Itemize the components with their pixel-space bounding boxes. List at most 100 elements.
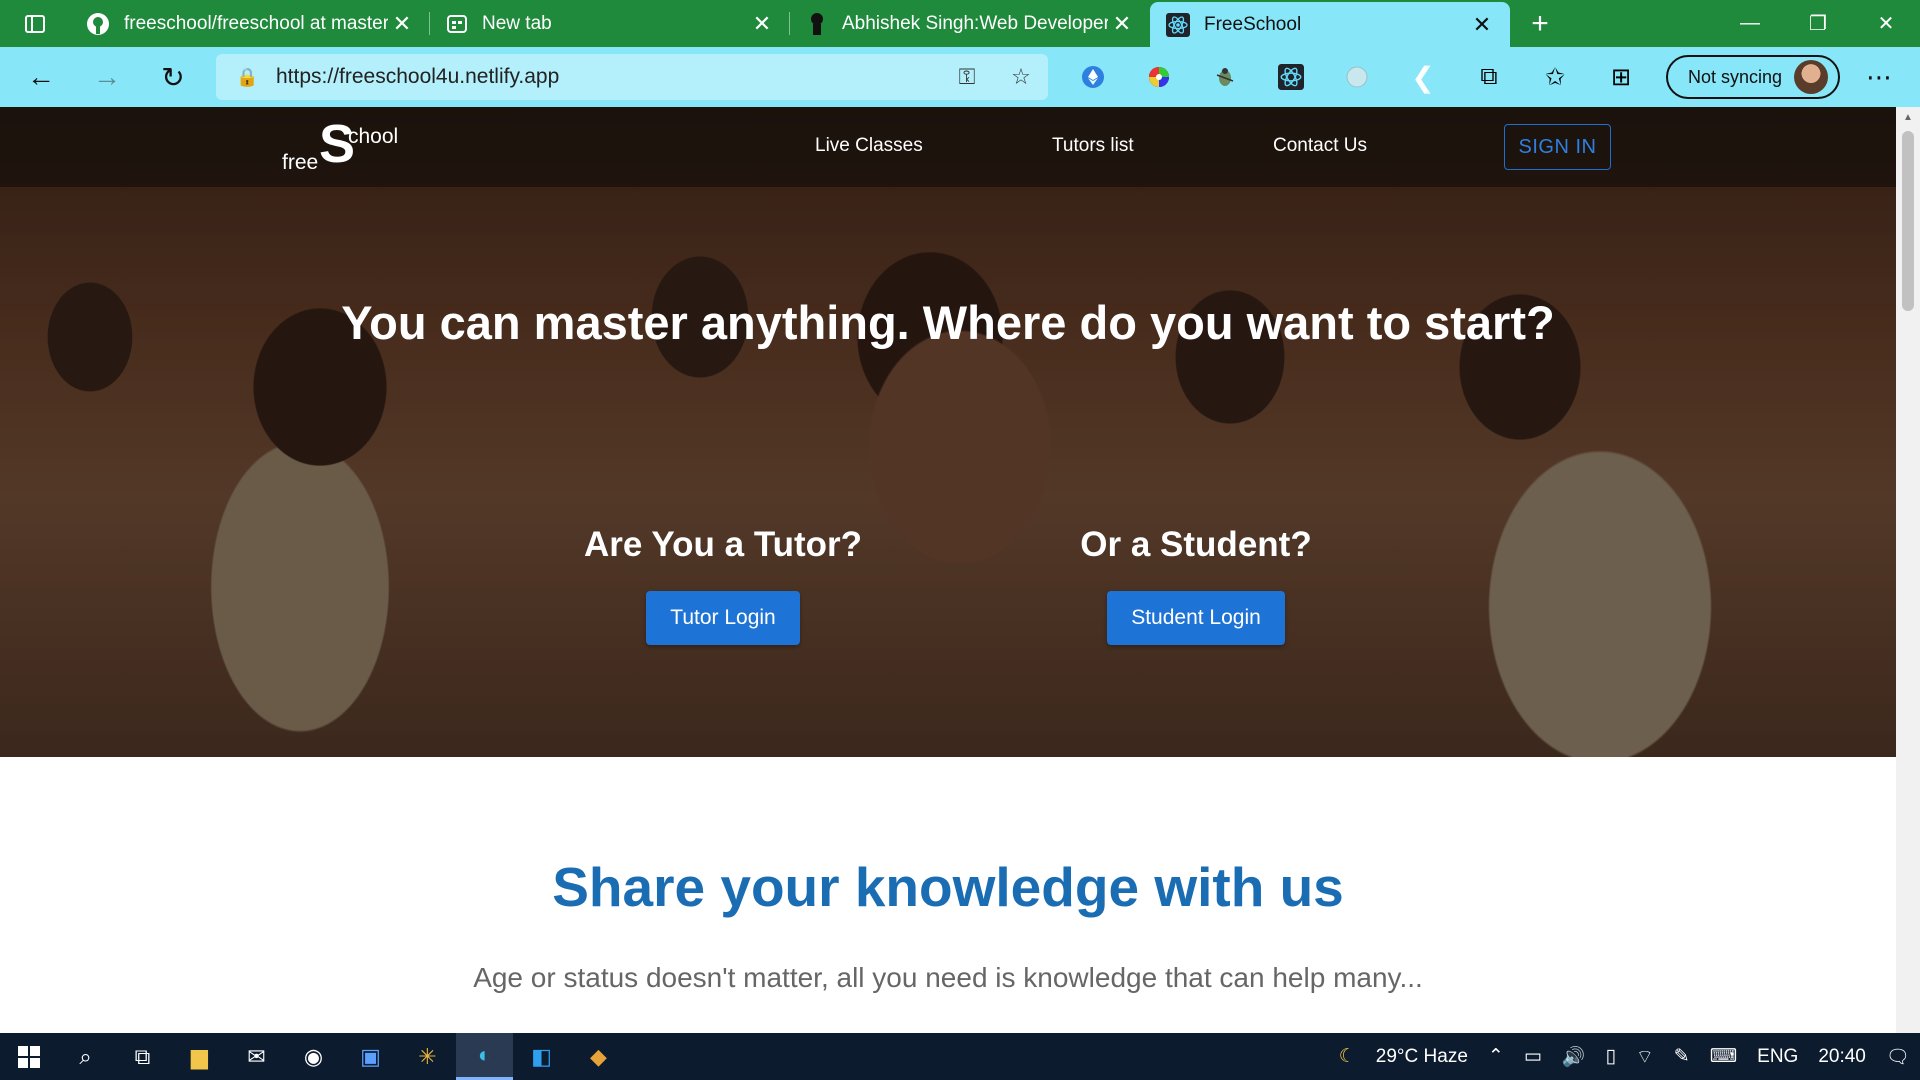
volume-icon[interactable]: 🔊 — [1552, 1045, 1596, 1069]
nav-live-classes[interactable]: Live Classes — [815, 135, 923, 157]
newtab-icon — [447, 14, 467, 33]
student-section: Or a Student? Student Login — [1046, 525, 1346, 645]
profile-sync-button[interactable]: Not syncing — [1666, 55, 1840, 99]
refresh-button[interactable]: ↻ — [140, 47, 206, 107]
restore-button[interactable]: ❐ — [1784, 0, 1852, 47]
tab-title: freeschool/freeschool at master — [124, 12, 388, 34]
tab-title: Abhishek Singh:Web Developer — [842, 12, 1108, 34]
tab-abhishek[interactable]: Abhishek Singh:Web Developer ✕ — [790, 0, 1150, 47]
scrollbar-thumb[interactable] — [1902, 131, 1914, 311]
battery-icon[interactable]: ▯ — [1595, 1045, 1625, 1068]
forward-button[interactable]: → — [74, 47, 140, 107]
hero-section: free S chool Live Classes Tutors list Co… — [0, 107, 1896, 757]
more-menu-button[interactable]: ⋯ — [1846, 47, 1912, 107]
close-icon[interactable]: ✕ — [1468, 12, 1496, 38]
chevron-up-icon[interactable]: ⌃ — [1478, 1045, 1514, 1068]
task-view-icon[interactable]: ⧉ — [114, 1033, 171, 1080]
react-icon — [1166, 12, 1190, 37]
restore-icon: ❐ — [1809, 13, 1827, 35]
new-tab-button[interactable]: + — [1510, 0, 1570, 47]
student-heading: Or a Student? — [1080, 525, 1312, 564]
window-controls: — ❐ ✕ — [1716, 0, 1920, 47]
page-viewport: free S chool Live Classes Tutors list Co… — [0, 107, 1896, 1033]
avatar — [1794, 60, 1829, 94]
close-icon[interactable]: ✕ — [748, 11, 776, 37]
tab-github[interactable]: freeschool/freeschool at master ✕ — [70, 0, 430, 47]
github-desktop-icon[interactable]: ◉ — [285, 1033, 342, 1080]
logo-chool: chool — [348, 125, 399, 148]
ethereum-extension-icon[interactable] — [1060, 47, 1126, 107]
clock[interactable]: 20:40 — [1808, 1046, 1876, 1068]
lock-icon: 🔒 — [236, 66, 259, 87]
tab-actions-icon — [25, 14, 45, 33]
profile-icon — [811, 12, 823, 35]
language-indicator[interactable]: ENG — [1747, 1046, 1808, 1068]
chevron-left-extension-icon[interactable]: ❮ — [1390, 47, 1456, 107]
tutor-section: Are You a Tutor? Tutor Login — [573, 525, 873, 645]
github-icon — [87, 12, 109, 35]
hero-title: You can master anything. Where do you wa… — [341, 296, 1555, 349]
page-scrollbar[interactable]: ▲ — [1896, 107, 1920, 1033]
windows-start-icon[interactable] — [0, 1033, 57, 1080]
url-input[interactable] — [276, 65, 940, 89]
nav-contact-us[interactable]: Contact Us — [1273, 135, 1367, 157]
tab-new-tab[interactable]: New tab ✕ — [430, 0, 790, 47]
pen-icon[interactable]: ✎ — [1664, 1045, 1700, 1068]
tab-strip: freeschool/freeschool at master ✕ New ta… — [0, 0, 1920, 47]
nav-tutors-list[interactable]: Tutors list — [1052, 135, 1134, 157]
color-wheel-extension-icon[interactable] — [1126, 47, 1192, 107]
vscode-icon[interactable]: ◧ — [513, 1033, 570, 1080]
file-explorer-icon[interactable]: ▆ — [171, 1033, 228, 1080]
tab-actions-button[interactable] — [0, 0, 70, 47]
close-window-button[interactable]: ✕ — [1852, 0, 1920, 47]
edge-icon[interactable]: ◐ — [456, 1033, 513, 1080]
address-bar[interactable]: 🔒 ⚿ ☆ — [216, 54, 1048, 100]
git-icon[interactable]: ◆ — [570, 1033, 627, 1080]
minimize-icon: — — [1740, 12, 1760, 34]
weather-icon[interactable]: ☾ — [1329, 1045, 1366, 1068]
react-devtools-icon[interactable] — [1258, 47, 1324, 107]
key-icon[interactable]: ⚿ — [940, 64, 994, 90]
close-icon[interactable]: ✕ — [1108, 11, 1136, 37]
system-tray: ☾ 29°C Haze ⌃ ▭ 🔊 ▯ ⌔ ✎ ⌨ ENG 20:40 🗨 — [1329, 1033, 1920, 1080]
site-navbar: free S chool Live Classes Tutors list Co… — [0, 107, 1896, 187]
scroll-up-icon[interactable]: ▲ — [1896, 107, 1920, 127]
plus-icon: + — [1531, 6, 1549, 40]
freeschool-logo[interactable]: free S chool — [282, 117, 422, 179]
refresh-icon: ↻ — [161, 61, 185, 93]
logo-free: free — [282, 151, 319, 174]
extensions-row: ❮ ⧉ ✩ ⊞ — [1060, 47, 1654, 107]
add-favorite-icon[interactable]: ☆ — [994, 64, 1048, 90]
mail-icon[interactable]: ✉ — [228, 1033, 285, 1080]
close-icon[interactable]: ✕ — [388, 11, 416, 37]
back-button[interactable]: ← — [8, 47, 74, 107]
more-icon: ⋯ — [1866, 61, 1892, 92]
bug-extension-icon[interactable] — [1192, 47, 1258, 107]
student-login-button[interactable]: Student Login — [1107, 591, 1285, 645]
minimize-button[interactable]: — — [1716, 0, 1784, 47]
wifi-icon[interactable]: ⌔ — [1626, 1045, 1664, 1069]
sign-in-button[interactable]: SIGN IN — [1504, 124, 1611, 170]
keyboard-icon[interactable]: ⌨ — [1700, 1045, 1747, 1068]
windows-taskbar: ⌕ ⧉ ▆ ✉ ◉ ▣ ✳ ◐ ◧ ◆ ☾ 29°C Haze ⌃ ▭ 🔊 ▯ … — [0, 1033, 1920, 1080]
tab-title: FreeSchool — [1204, 13, 1302, 35]
moon-extension-icon[interactable] — [1324, 47, 1390, 107]
zoom-icon[interactable]: ▣ — [342, 1033, 399, 1080]
arrow-right-icon: → — [93, 61, 121, 92]
notifications-icon[interactable]: 🗨 — [1876, 1045, 1920, 1069]
tab-title: New tab — [482, 12, 552, 34]
browser-toolbar: ← → ↻ 🔒 ⚿ ☆ ❮ ⧉ ✩ ⊞ Not syncing ⋯ — [0, 47, 1920, 107]
extensions-icon[interactable]: ⧉ — [1456, 47, 1522, 107]
weather-label[interactable]: 29°C Haze — [1366, 1046, 1478, 1068]
slack-icon[interactable]: ✳ — [399, 1033, 456, 1080]
search-icon[interactable]: ⌕ — [57, 1033, 114, 1080]
favorites-icon[interactable]: ✩ — [1522, 47, 1588, 107]
close-icon: ✕ — [1877, 13, 1895, 35]
tab-freeschool[interactable]: FreeSchool ✕ — [1150, 2, 1510, 47]
collections-icon[interactable]: ⊞ — [1588, 47, 1654, 107]
tutor-login-button[interactable]: Tutor Login — [646, 591, 800, 645]
meet-icon[interactable]: ▭ — [1514, 1045, 1552, 1068]
arrow-left-icon: ← — [27, 61, 55, 92]
share-knowledge-heading: Share your knowledge with us — [552, 856, 1344, 918]
sync-label: Not syncing — [1688, 66, 1783, 87]
